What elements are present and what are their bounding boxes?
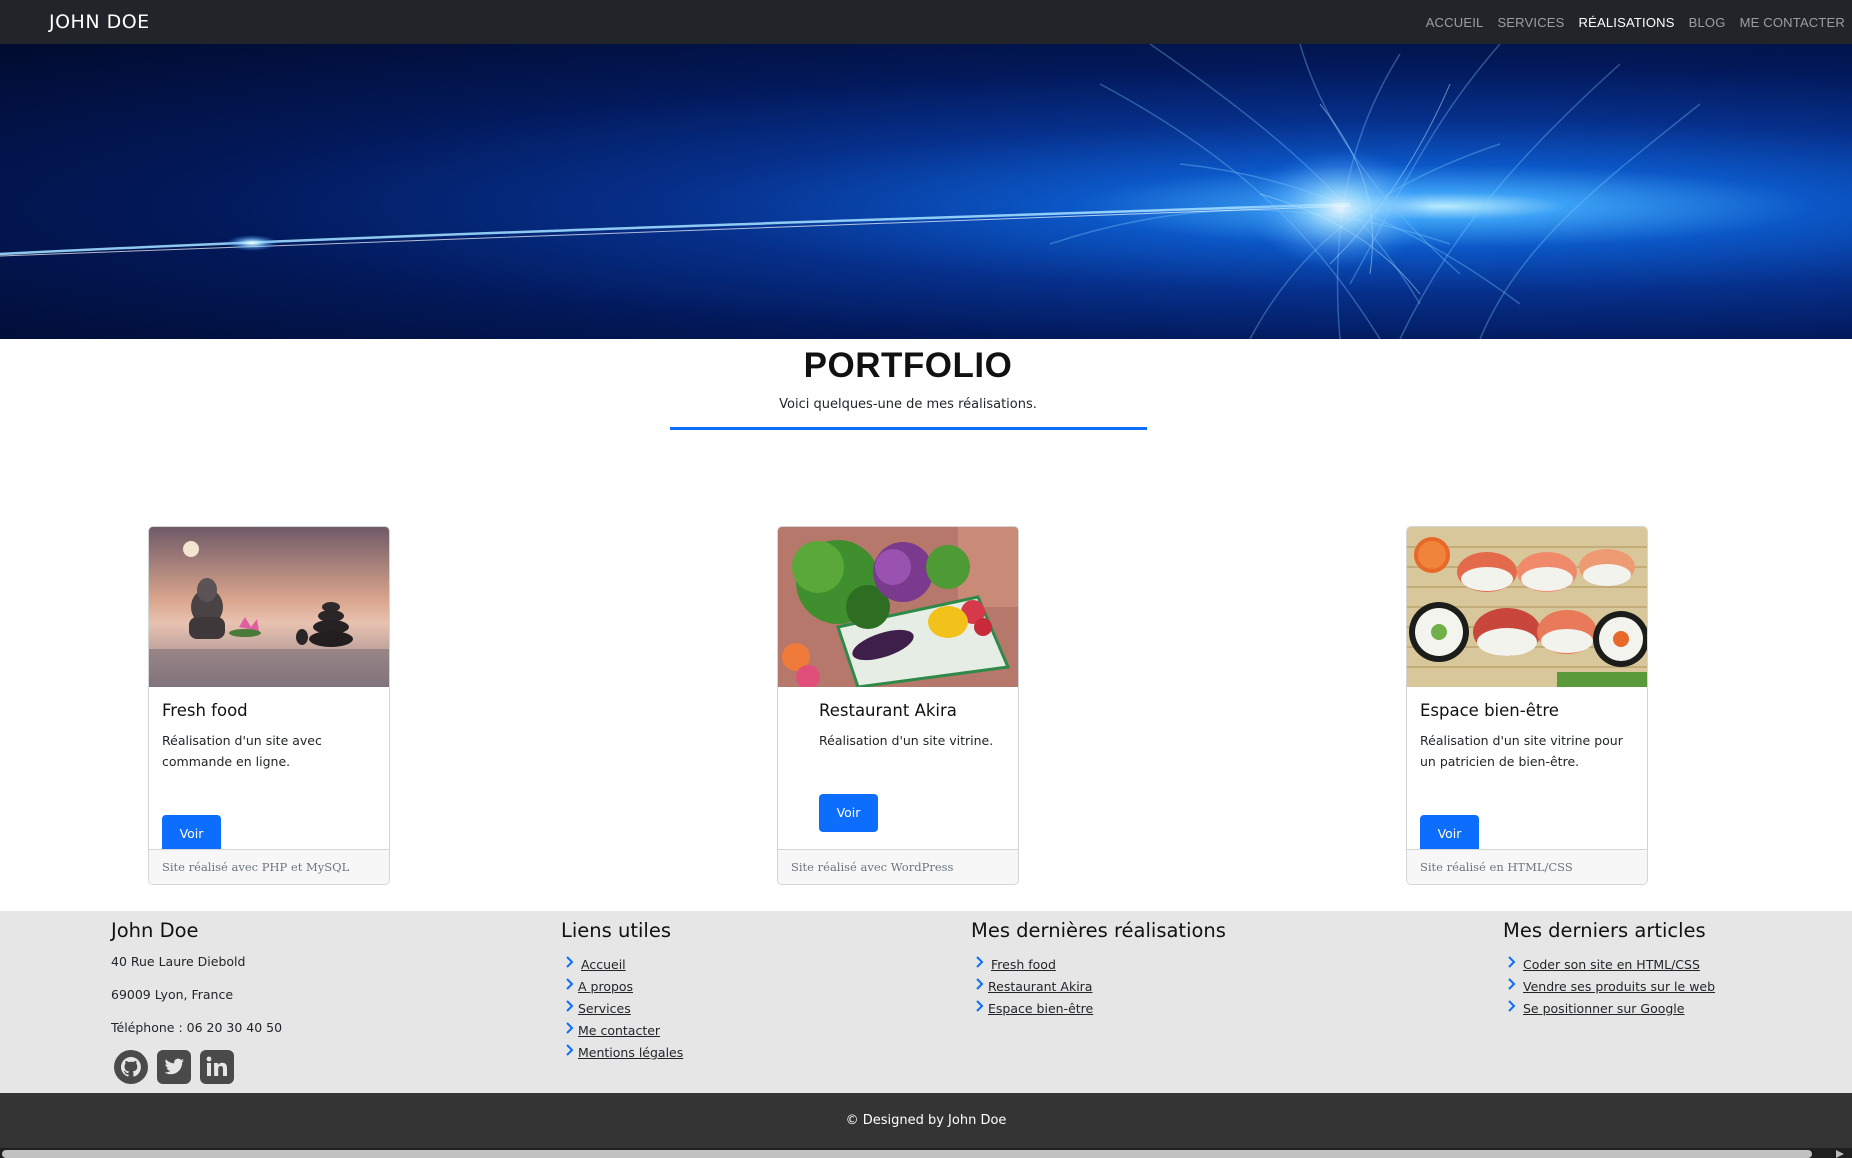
footer-link-item: Services — [561, 998, 683, 1020]
voir-button[interactable]: Voir — [1420, 815, 1479, 853]
top-navbar: JOHN DOE ACCUEIL SERVICES RÉALISATIONS B… — [0, 0, 1852, 44]
hero-light-streaks — [0, 44, 1701, 339]
twitter-icon[interactable] — [156, 1049, 192, 1085]
vegetable-basket-image — [778, 527, 1018, 687]
nav-menu: ACCUEIL SERVICES RÉALISATIONS BLOG ME CO… — [1419, 0, 1852, 44]
footer-article-item: Se positionner sur Google — [1503, 998, 1715, 1020]
project-card-espace-bien-etre: Espace bien-être Réalisation d'un site v… — [1406, 526, 1648, 885]
footer-link-item: A propos — [561, 976, 683, 998]
footer-link-services[interactable]: Services — [578, 1001, 631, 1016]
chevron-right-icon — [1508, 1000, 1516, 1012]
footer-latest-articles: Mes derniers articles Coder son site en … — [1503, 919, 1715, 1020]
nav-link-contact[interactable]: ME CONTACTER — [1733, 15, 1852, 30]
footer-link-contact[interactable]: Me contacter — [578, 1023, 660, 1038]
card-footer: Site réalisé en HTML/CSS — [1407, 849, 1647, 884]
footer-works-title: Mes dernières réalisations — [971, 919, 1226, 942]
footer-link-item: Accueil — [561, 954, 683, 976]
footer-useful-links: Liens utiles Accueil A propos Services M… — [561, 919, 683, 1064]
footer-latest-works: Mes dernières réalisations Fresh food Re… — [971, 919, 1226, 1020]
footer-phone: Téléphone : 06 20 30 40 50 — [111, 1020, 283, 1035]
footer-links-title: Liens utiles — [561, 919, 671, 942]
brand-logo[interactable]: JOHN DOE — [49, 11, 150, 33]
hero-banner — [0, 44, 1852, 339]
footer-work-item: Espace bien-être — [971, 998, 1226, 1020]
footer-articles-title: Mes derniers articles — [1503, 919, 1706, 942]
footer-link-item: Mentions légales — [561, 1042, 683, 1064]
footer-work-bien-etre[interactable]: Espace bien-être — [988, 1001, 1093, 1016]
nav-link-realisations[interactable]: RÉALISATIONS — [1572, 15, 1682, 30]
title-underline — [670, 427, 1147, 430]
chevron-right-icon — [566, 956, 574, 968]
portfolio-title: PORTFOLIO — [803, 346, 1013, 385]
chevron-right-icon — [566, 1000, 574, 1012]
footer-article-html-css[interactable]: Coder son site en HTML/CSS — [1523, 957, 1700, 972]
voir-button[interactable]: Voir — [819, 794, 878, 832]
zen-stones-buddha-image — [149, 527, 389, 687]
card-text: Réalisation d'un site avec commande en l… — [162, 733, 322, 769]
footer-work-akira[interactable]: Restaurant Akira — [988, 979, 1092, 994]
footer-contact-name: John Doe — [111, 919, 199, 942]
social-links — [113, 1049, 282, 1085]
card-footer: Site réalisé avec WordPress — [778, 849, 1018, 884]
card-body: Fresh food Réalisation d'un site avec co… — [162, 701, 379, 853]
chevron-right-icon — [976, 978, 984, 990]
project-card-restaurant-akira: Restaurant Akira Réalisation d'un site v… — [777, 526, 1019, 885]
footer-contact: John Doe 40 Rue Laure Diebold 69009 Lyon… — [111, 919, 282, 1085]
footer-link-mentions[interactable]: Mentions légales — [578, 1045, 683, 1060]
footer-work-item: Restaurant Akira — [971, 976, 1226, 998]
card-text: Réalisation d'un site vitrine. — [819, 733, 994, 748]
nav-link-blog[interactable]: BLOG — [1682, 15, 1733, 30]
footer-article-item: Coder son site en HTML/CSS — [1503, 954, 1715, 976]
chevron-right-icon — [1508, 956, 1516, 968]
footer-article-item: Vendre ses produits sur le web — [1503, 976, 1715, 998]
footer-article-google[interactable]: Se positionner sur Google — [1523, 1001, 1684, 1016]
footer-city: 69009 Lyon, France — [111, 987, 234, 1002]
scrollbar-thumb[interactable] — [2, 1150, 1812, 1158]
github-icon[interactable] — [113, 1049, 149, 1085]
card-title: Restaurant Akira — [819, 701, 957, 720]
voir-button[interactable]: Voir — [162, 815, 221, 853]
chevron-right-icon — [976, 956, 984, 968]
chevron-right-icon — [566, 1044, 574, 1056]
linkedin-icon[interactable] — [199, 1049, 235, 1085]
card-body: Restaurant Akira Réalisation d'un site v… — [819, 701, 1008, 832]
footer-link-apropos[interactable]: A propos — [578, 979, 633, 994]
card-title: Espace bien-être — [1420, 701, 1559, 720]
card-body: Espace bien-être Réalisation d'un site v… — [1420, 701, 1637, 853]
card-title: Fresh food — [162, 701, 248, 720]
chevron-right-icon — [566, 1022, 574, 1034]
portfolio-subtitle: Voici quelques-une de mes réalisations. — [779, 397, 1037, 412]
site-footer: John Doe 40 Rue Laure Diebold 69009 Lyon… — [0, 911, 1852, 1093]
copyright-bar: © Designed by John Doe — [0, 1093, 1852, 1148]
footer-work-fresh-food[interactable]: Fresh food — [991, 957, 1056, 972]
scroll-right-icon[interactable] — [1836, 1150, 1844, 1158]
chevron-right-icon — [566, 978, 574, 990]
footer-address: 40 Rue Laure Diebold — [111, 954, 246, 969]
card-text: Réalisation d'un site vitrine pour un pa… — [1420, 733, 1623, 769]
footer-link-item: Me contacter — [561, 1020, 683, 1042]
chevron-right-icon — [1508, 978, 1516, 990]
card-footer: Site réalisé avec PHP et MySQL — [149, 849, 389, 884]
sushi-platter-image — [1407, 527, 1647, 687]
nav-link-accueil[interactable]: ACCUEIL — [1419, 15, 1491, 30]
chevron-right-icon — [976, 1000, 984, 1012]
nav-link-services[interactable]: SERVICES — [1490, 15, 1571, 30]
footer-link-accueil[interactable]: Accueil — [581, 957, 626, 972]
footer-work-item: Fresh food — [971, 954, 1226, 976]
project-card-fresh-food: Fresh food Réalisation d'un site avec co… — [148, 526, 390, 885]
footer-article-vendre[interactable]: Vendre ses produits sur le web — [1523, 979, 1715, 994]
